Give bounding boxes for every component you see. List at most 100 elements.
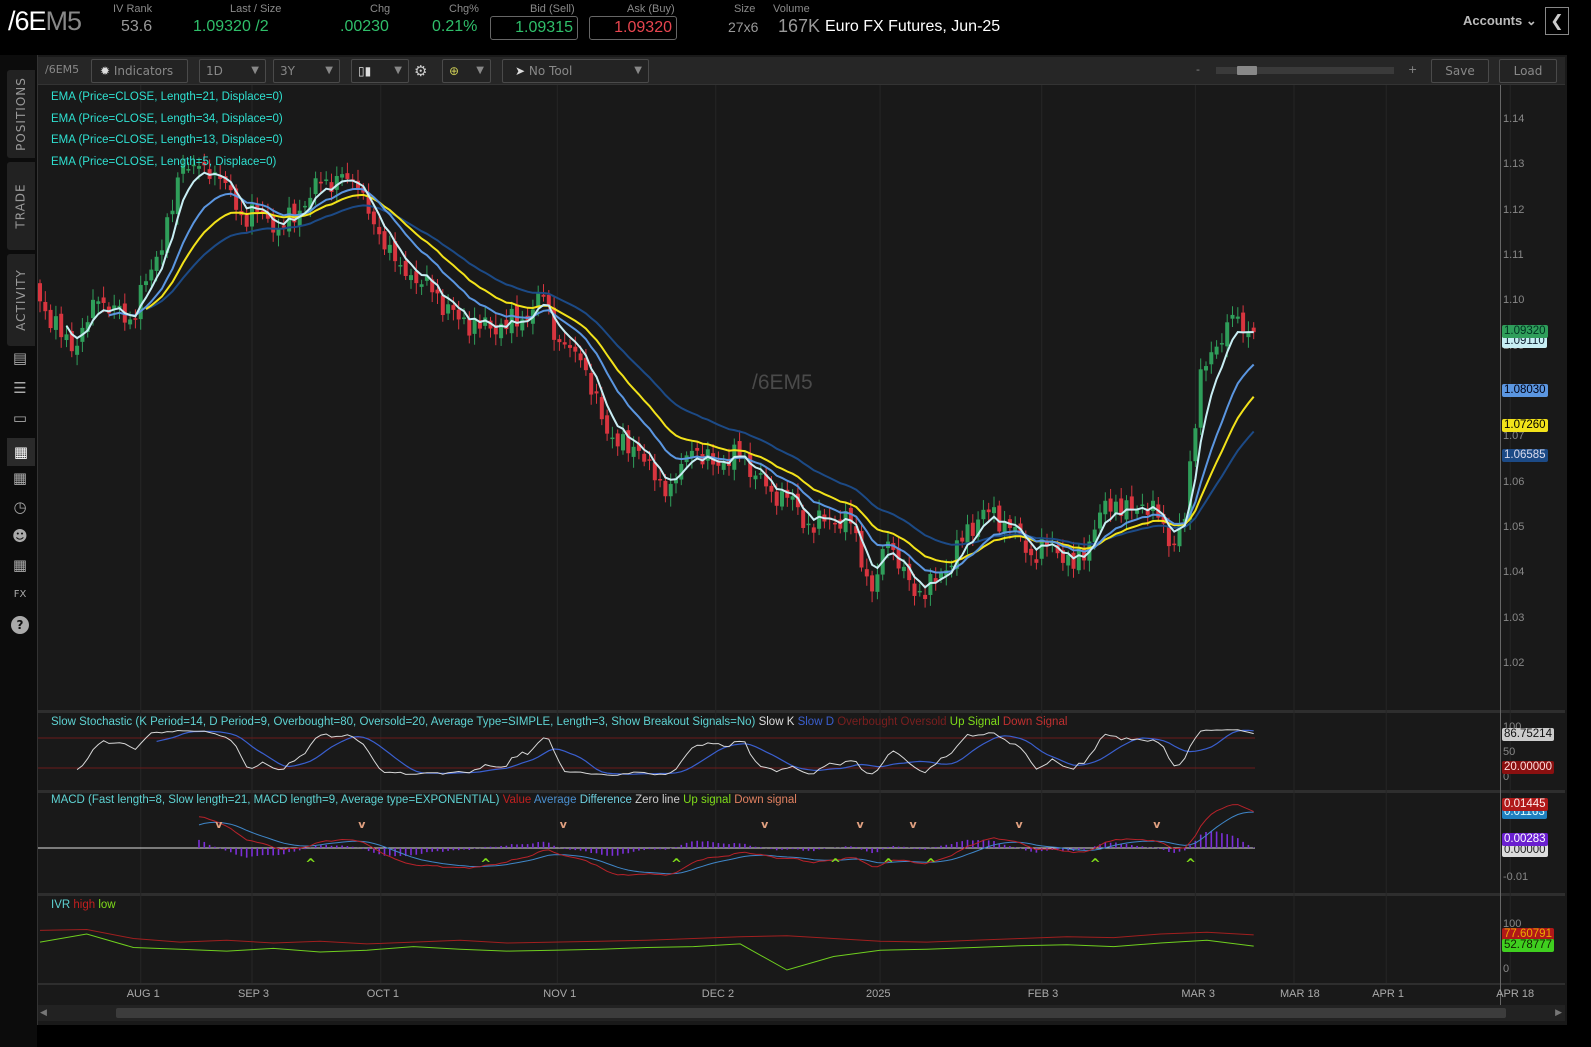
macd-diff-tag: 0.00283 bbox=[1502, 832, 1548, 846]
ema34-legend[interactable]: EMA (Price=CLOSE, Length=34, Displace=0) bbox=[51, 109, 283, 131]
ema13-legend[interactable]: EMA (Price=CLOSE, Length=13, Displace=0) bbox=[51, 130, 283, 152]
macd-title: MACD (Fast length=8, Slow length=21, MAC… bbox=[51, 794, 500, 806]
ema34-price-tag: 1.06585 bbox=[1502, 449, 1548, 463]
ivr-legend[interactable]: IVR high low bbox=[51, 899, 116, 911]
accounts-menu[interactable]: Accounts ⌄ bbox=[1463, 13, 1537, 29]
scrollbar-thumb[interactable] bbox=[116, 1008, 1506, 1018]
tv-icon[interactable]: ▭ bbox=[10, 408, 30, 428]
pane-divider[interactable] bbox=[38, 790, 1565, 793]
macd-down-signal-icon: v bbox=[215, 818, 223, 831]
price-tick-label: 1.04 bbox=[1503, 566, 1525, 579]
macd-legend[interactable]: MACD (Fast length=8, Slow length=21, MAC… bbox=[51, 794, 797, 806]
grid-icon[interactable]: ▦ bbox=[10, 468, 30, 488]
gear-icon[interactable]: ⚙ bbox=[414, 62, 427, 80]
volume-value: 167K bbox=[778, 16, 821, 36]
tab-positions[interactable]: POSITIONS bbox=[7, 70, 35, 158]
load-button[interactable]: Load bbox=[1499, 59, 1557, 83]
tab-trade[interactable]: TRADE bbox=[7, 162, 35, 250]
macd-zero-tag: 0.00000 bbox=[1502, 844, 1548, 857]
chg-pct-label: Chg% bbox=[449, 3, 479, 15]
range-dropdown[interactable]: 3Y ▼ bbox=[273, 59, 340, 83]
crosshair-icon: ⊕ bbox=[449, 64, 460, 78]
macd-up-signal-icon: ^ bbox=[883, 857, 894, 872]
macd-up-signal-icon: ^ bbox=[671, 857, 682, 872]
caret-down-icon: ▼ bbox=[476, 65, 484, 76]
last-value: 1.09320 /2 bbox=[193, 18, 269, 36]
news-icon[interactable]: ▤ bbox=[10, 348, 30, 368]
macd-average-label: Average bbox=[533, 794, 577, 806]
price-tick-label: 1.07 bbox=[1503, 430, 1525, 443]
quote-header: /6EM5 IV Rank 53.6 Last / Size 1.09320 /… bbox=[0, 0, 1591, 55]
macd-up-signal-icon: ^ bbox=[480, 857, 492, 872]
tool-value: No Tool bbox=[528, 64, 573, 78]
timeframe-dropdown[interactable]: 1D ▼ bbox=[199, 59, 266, 83]
macd-up-signal-icon: ^ bbox=[1089, 857, 1101, 872]
ema5-legend[interactable]: EMA (Price=CLOSE, Length=5, Displace=0) bbox=[51, 152, 283, 174]
range-value: 3Y bbox=[280, 64, 295, 78]
x-tick-label: MAR 3 bbox=[1181, 988, 1216, 1000]
last-price: 1.09320 bbox=[193, 18, 251, 35]
collapse-panel-button[interactable]: ❮ bbox=[1545, 7, 1569, 35]
save-button[interactable]: Save bbox=[1431, 59, 1489, 83]
scroll-right-icon[interactable]: ▶ bbox=[1555, 1008, 1562, 1018]
macd-down-signal-icon: v bbox=[1153, 818, 1161, 831]
community-icon[interactable]: ☻ bbox=[10, 526, 30, 546]
iv-rank-label: IV Rank bbox=[113, 3, 153, 15]
macd-down-signal-icon: v bbox=[1015, 818, 1023, 831]
caret-down-icon: ▼ bbox=[325, 65, 333, 76]
pane-divider bbox=[38, 983, 1565, 985]
macd-up-signal-icon: ^ bbox=[830, 857, 841, 872]
pane-divider[interactable] bbox=[38, 893, 1565, 896]
stoch-slowk-label: Slow K bbox=[758, 716, 795, 728]
tab-activity[interactable]: ACTIVITY bbox=[7, 254, 35, 346]
fx-icon[interactable]: FX bbox=[10, 585, 30, 605]
stoch-down-label: Down Signal bbox=[1002, 716, 1068, 728]
price-axis-divider bbox=[1500, 85, 1501, 1005]
watchlist-icon[interactable]: ☰ bbox=[10, 378, 30, 398]
macd-up-signal-icon: ^ bbox=[305, 857, 317, 872]
drawing-crosshair-dropdown[interactable]: ⊕ ▼ bbox=[442, 59, 491, 83]
macd-down-signal-icon: v bbox=[358, 818, 366, 831]
pane-divider[interactable] bbox=[38, 710, 1565, 713]
chg-label: Chg bbox=[370, 3, 391, 15]
chevron-down-icon: ⌄ bbox=[1525, 13, 1537, 28]
symbol-title[interactable]: /6EM5 bbox=[8, 6, 82, 37]
ema21-legend[interactable]: EMA (Price=CLOSE, Length=21, Displace=0) bbox=[51, 87, 283, 109]
macd-value-label: Value bbox=[502, 794, 532, 806]
tab-label: ACTIVITY bbox=[14, 269, 28, 331]
macd-up-signal-icon: ^ bbox=[1185, 857, 1196, 872]
ivr-low-label: low bbox=[98, 899, 116, 911]
zoom-out-button[interactable]: - bbox=[1196, 63, 1200, 76]
price-tick-label: 1.11 bbox=[1503, 248, 1524, 261]
zoom-slider-thumb[interactable] bbox=[1237, 66, 1258, 75]
x-tick-label: MAR 18 bbox=[1279, 988, 1320, 1000]
calendar-icon[interactable]: ▦ bbox=[10, 555, 30, 575]
symbol-root: /6E bbox=[8, 6, 47, 36]
stoch-up-label: Up Signal bbox=[949, 716, 1000, 728]
tab-label: POSITIONS bbox=[14, 77, 28, 151]
bid-button[interactable]: 1.09315 bbox=[490, 16, 578, 40]
chart-style-dropdown[interactable]: ▯▮ ▼ bbox=[351, 59, 409, 83]
cursor-icon: ➤ bbox=[515, 64, 526, 78]
macd-value-tag: 0.01445 bbox=[1502, 797, 1548, 811]
macd-down-signal-icon: v bbox=[909, 818, 917, 831]
charts-icon[interactable]: ▦ bbox=[7, 438, 35, 466]
macd-difference-label: Difference bbox=[579, 794, 632, 806]
indicators-button[interactable]: ✹ Indicators bbox=[91, 59, 188, 83]
ema-legend: EMA (Price=CLOSE, Length=21, Displace=0)… bbox=[51, 87, 283, 174]
scroll-left-icon[interactable]: ◀ bbox=[40, 1008, 47, 1018]
ivr-tick-label: 0 bbox=[1503, 963, 1510, 975]
help-icon[interactable]: ? bbox=[11, 616, 29, 634]
drawing-tool-dropdown[interactable]: ➤ No Tool ▼ bbox=[502, 59, 649, 83]
size-value: 27x6 bbox=[728, 19, 759, 35]
x-tick-label: AUG 1 bbox=[126, 988, 160, 1000]
zoom-in-button[interactable]: + bbox=[1408, 63, 1417, 76]
clock-icon[interactable]: ◷ bbox=[10, 497, 30, 517]
macd-zero-label: Zero line bbox=[635, 794, 680, 806]
zoom-slider[interactable] bbox=[1216, 66, 1394, 75]
iv-rank-value: 53.6 bbox=[121, 18, 153, 35]
ivr-high-label: high bbox=[73, 899, 96, 911]
horizontal-scrollbar[interactable]: ◀ ▶ bbox=[38, 1005, 1565, 1021]
stochastic-legend[interactable]: Slow Stochastic (K Period=14, D Period=9… bbox=[51, 716, 1067, 728]
ask-button[interactable]: 1.09320 bbox=[589, 16, 677, 40]
